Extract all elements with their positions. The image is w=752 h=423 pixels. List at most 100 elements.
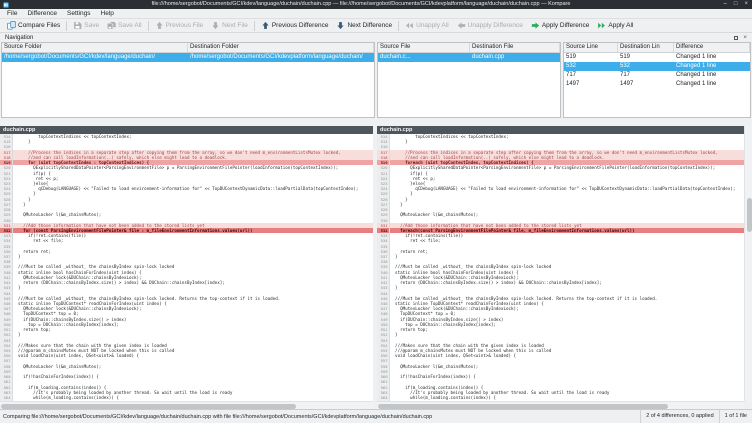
save-all-button[interactable]: Save All bbox=[103, 20, 146, 32]
code-line: qCDebug(LANGUAGE) << "Failed to load env… bbox=[13, 186, 373, 191]
destination-pane-header: duchain.cpp bbox=[377, 126, 744, 134]
toolbar: Compare Files Save Save All Previous File Ne… bbox=[0, 19, 752, 33]
table-cell: 717 bbox=[564, 71, 618, 80]
destination-horizontal-scrollbar[interactable] bbox=[377, 401, 744, 409]
toolbar-button-label: Save bbox=[84, 22, 99, 29]
table-body: /home/sergobot/Documents/GCI/kdev/langua… bbox=[2, 53, 374, 62]
source-code-view: topContextIndices << topContextIndex; } … bbox=[13, 134, 373, 401]
previous-difference-icon bbox=[261, 21, 270, 30]
navigation-dock-buttons: × bbox=[734, 33, 747, 42]
files-panel: Source FileDestination Fileduchain.c...d… bbox=[377, 42, 561, 118]
line-number: 564 bbox=[377, 395, 389, 400]
status-message: Comparing file:///home/sergobot/Document… bbox=[0, 414, 640, 420]
table-cell: 1497 bbox=[564, 80, 618, 89]
status-files: 1 of 1 file bbox=[719, 410, 752, 423]
dock-float-icon[interactable] bbox=[734, 36, 738, 40]
toolbar-button-label: Previous File bbox=[166, 22, 204, 29]
apply-difference-icon bbox=[531, 21, 540, 30]
navigation-dock-title: Navigation bbox=[5, 35, 33, 41]
toolbar-separator bbox=[66, 21, 67, 31]
folders-panel: Source FolderDestination Folder/home/ser… bbox=[1, 42, 375, 118]
navigation-dock-titlebar[interactable]: Navigation × bbox=[0, 33, 752, 42]
folder-row[interactable]: /home/sergobot/Documents/GCI/kdev/langua… bbox=[2, 53, 374, 62]
toolbar-button-label: Previous Difference bbox=[272, 22, 329, 29]
apply-difference-button[interactable]: Apply Difference bbox=[527, 20, 594, 32]
table-cell: 532 bbox=[564, 62, 618, 71]
table-cell: /home/sergobot/Documents/GCI/kdev/langua… bbox=[2, 53, 188, 62]
column-header-difference[interactable]: Difference bbox=[674, 43, 750, 52]
column-header-destination-lin[interactable]: Destination Lin bbox=[618, 43, 674, 52]
unapply-difference-button[interactable]: Unapply Difference bbox=[453, 20, 527, 32]
unapply-all-button[interactable]: Unapply All bbox=[401, 20, 453, 32]
difference-row[interactable]: 717717Changed 1 line bbox=[564, 71, 750, 80]
dock-close-icon[interactable]: × bbox=[743, 33, 747, 42]
previous-difference-button[interactable]: Previous Difference bbox=[257, 20, 333, 32]
source-horizontal-scrollbar[interactable] bbox=[0, 401, 373, 409]
destination-pane: 5145155165175185195205215225235245255265… bbox=[377, 134, 744, 401]
next-difference-button[interactable]: Next Difference bbox=[332, 20, 396, 32]
compare-files-button[interactable]: Compare Files bbox=[3, 20, 64, 32]
table-body: duchain.c...duchain.cpp bbox=[378, 53, 560, 62]
minimize-button[interactable]: – bbox=[724, 0, 727, 9]
difference-row[interactable]: 14971497Changed 1 line bbox=[564, 80, 750, 89]
code-line: QExplicitlySharedDataPointer<ParsingEnvi… bbox=[390, 165, 744, 170]
column-header-source-line[interactable]: Source Line bbox=[564, 43, 618, 52]
table-cell: 717 bbox=[618, 71, 674, 80]
next-difference-icon bbox=[336, 21, 345, 30]
column-header-destination-file[interactable]: Destination File bbox=[470, 43, 560, 52]
previous-file-icon bbox=[155, 21, 164, 30]
toolbar-button-label: Apply All bbox=[608, 22, 633, 29]
table-cell: duchain.cpp bbox=[470, 53, 560, 62]
table-cell: Changed 1 line bbox=[674, 71, 750, 80]
vertical-scrollbar[interactable] bbox=[744, 126, 752, 401]
menu-file[interactable]: File bbox=[2, 9, 22, 19]
destination-line-number-gutter: 5145155165175185195205215225235245255265… bbox=[377, 134, 390, 401]
kompare-app-icon bbox=[3, 2, 9, 8]
compare-files-icon bbox=[7, 21, 16, 30]
toolbar-separator bbox=[254, 21, 255, 31]
destination-pane-title: duchain.cpp bbox=[380, 127, 412, 133]
column-header-source-file[interactable]: Source File bbox=[378, 43, 470, 52]
differences-panel: Source LineDestination LinDifference5195… bbox=[563, 42, 751, 118]
window-title: file:///home/sergobot/Documents/GCI/kdev… bbox=[40, 0, 682, 9]
statusbar: Comparing file:///home/sergobot/Document… bbox=[0, 409, 752, 423]
line-number: 564 bbox=[0, 395, 12, 400]
code-line: while(m_loading.contains(index)) { bbox=[390, 395, 744, 400]
close-button[interactable]: × bbox=[744, 0, 748, 9]
toolbar-button-label: Unapply All bbox=[416, 22, 449, 29]
table-body: 519519Changed 1 line532532Changed 1 line… bbox=[564, 53, 750, 89]
toolbar-button-label: Next File bbox=[222, 22, 248, 29]
table-cell: 532 bbox=[618, 62, 674, 71]
source-line-number-gutter: 5145155165175185195205215225235245255265… bbox=[0, 134, 13, 401]
status-differences: 2 of 4 differences, 0 applied bbox=[640, 410, 718, 423]
unapply-all-icon bbox=[405, 21, 414, 30]
menu-difference[interactable]: Difference bbox=[22, 9, 62, 19]
table-header-row: Source FolderDestination Folder bbox=[2, 43, 374, 53]
save-all-icon bbox=[107, 21, 116, 30]
column-header-source-folder[interactable]: Source Folder bbox=[2, 43, 188, 52]
difference-row[interactable]: 519519Changed 1 line bbox=[564, 53, 750, 62]
difference-row[interactable]: 532532Changed 1 line bbox=[564, 62, 750, 71]
source-pane-title: duchain.cpp bbox=[3, 127, 35, 133]
file-row[interactable]: duchain.c...duchain.cpp bbox=[378, 53, 560, 62]
toolbar-button-label: Unapply Difference bbox=[468, 22, 523, 29]
table-header-row: Source LineDestination LinDifference bbox=[564, 43, 750, 53]
source-horizontal-scrollbar-handle[interactable] bbox=[1, 404, 296, 409]
destination-horizontal-scrollbar-handle[interactable] bbox=[378, 404, 668, 409]
pane-splitter[interactable] bbox=[373, 126, 377, 401]
next-file-button[interactable]: Next File bbox=[207, 20, 252, 32]
menu-help[interactable]: Help bbox=[96, 9, 119, 19]
vertical-scrollbar-handle[interactable] bbox=[747, 198, 752, 232]
apply-all-button[interactable]: Apply All bbox=[593, 20, 637, 32]
column-header-destination-folder[interactable]: Destination Folder bbox=[188, 43, 374, 52]
maximize-button[interactable]: □ bbox=[734, 0, 738, 9]
next-file-icon bbox=[211, 21, 220, 30]
table-header-row: Source FileDestination File bbox=[378, 43, 560, 53]
code-line: QExplicitlySharedDataPointer<ParsingEnvi… bbox=[13, 165, 373, 170]
menu-settings[interactable]: Settings bbox=[62, 9, 96, 19]
window-controls: –□ × bbox=[724, 0, 748, 9]
table-cell: Changed 1 line bbox=[674, 53, 750, 62]
save-button[interactable]: Save bbox=[69, 20, 103, 32]
toolbar-separator bbox=[148, 21, 149, 31]
previous-file-button[interactable]: Previous File bbox=[151, 20, 208, 32]
